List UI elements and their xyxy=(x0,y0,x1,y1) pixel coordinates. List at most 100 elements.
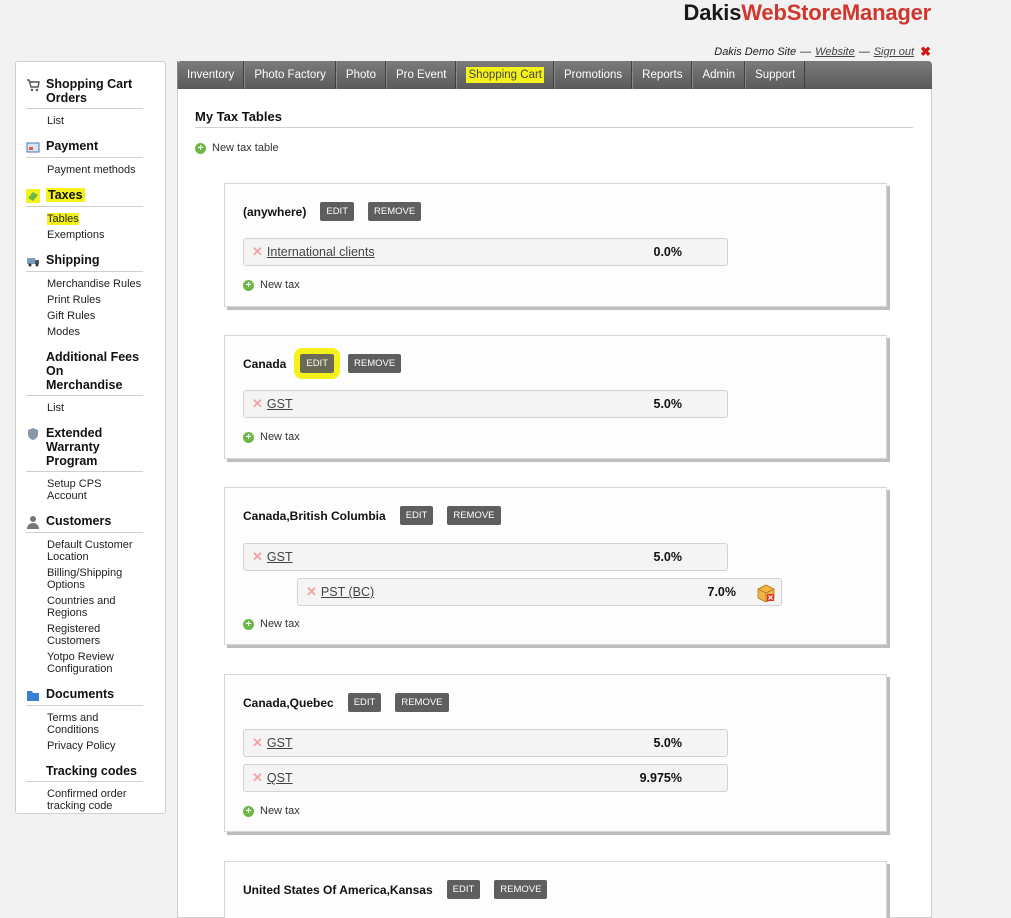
plus-icon: + xyxy=(243,805,254,817)
compound-box-icon[interactable] xyxy=(756,584,776,602)
tax-name-link[interactable]: GST xyxy=(267,397,293,411)
sidebar-heading-label: Shopping Cart Orders xyxy=(46,77,133,105)
sidebar-item-exemptions[interactable]: Exemptions xyxy=(47,227,143,243)
tax-name-link[interactable]: PST (BC) xyxy=(321,585,374,599)
sidebar-heading-label: Shipping xyxy=(46,253,100,267)
tax-name-link[interactable]: GST xyxy=(267,550,293,564)
tab-admin[interactable]: Admin xyxy=(692,61,746,89)
site-name: Dakis Demo Site xyxy=(714,46,797,58)
tax-name-link[interactable]: QST xyxy=(267,771,293,785)
sidebar-item-fees-list[interactable]: List xyxy=(47,400,143,416)
sidebar-section-cart: Shopping Cart Orders List xyxy=(26,77,143,129)
tax-rate: 0.0% xyxy=(653,245,683,259)
tax-row-compound: ✕ PST (BC) 7.0% xyxy=(297,578,782,606)
tab-label: Inventory xyxy=(187,69,235,81)
edit-button[interactable]: EDIT xyxy=(399,506,434,525)
tax-table-card: United States Of America,Kansas EDIT REM… xyxy=(224,861,887,918)
shield-icon xyxy=(28,428,38,440)
sidebar-item-registered-customers[interactable]: Registered Customers xyxy=(47,621,143,649)
sidebar-section-taxes: Taxes Tables Exemptions xyxy=(26,188,143,243)
remove-button[interactable]: REMOVE xyxy=(447,506,501,525)
sidebar-item-orders-list[interactable]: List xyxy=(47,113,143,129)
sidebar-section-shipping: Shipping Merchandise Rules Print Rules G… xyxy=(26,253,143,340)
tab-reports[interactable]: Reports xyxy=(632,61,693,89)
remove-button[interactable]: REMOVE xyxy=(348,354,402,373)
sidebar-heading-fees[interactable]: Additional Fees On Merchandise xyxy=(26,350,143,396)
delete-icon[interactable]: ✕ xyxy=(252,735,263,751)
tax-rate: 9.975% xyxy=(639,771,682,785)
tax-row: ✕ International clients 0.0% xyxy=(243,238,728,266)
sidebar-heading-warranty[interactable]: Extended Warranty Program xyxy=(26,426,143,472)
tax-row: ✕ QST 9.975% xyxy=(243,764,728,792)
payment-icon xyxy=(26,142,40,153)
brand-part2: WebStoreManager xyxy=(741,0,931,25)
sidebar-item-print-rules[interactable]: Print Rules xyxy=(47,292,143,308)
edit-button[interactable]: EDIT xyxy=(294,348,340,379)
sidebar: Shopping Cart Orders List Payment Paymen… xyxy=(15,61,166,814)
plus-icon: + xyxy=(243,279,254,291)
edit-button[interactable]: EDIT xyxy=(347,693,382,712)
sidebar-item-modes[interactable]: Modes xyxy=(47,324,143,340)
sidebar-heading-payment[interactable]: Payment xyxy=(26,139,143,158)
new-tax-link[interactable]: + New tax xyxy=(243,431,300,443)
sidebar-item-privacy[interactable]: Privacy Policy xyxy=(47,738,143,754)
sidebar-heading-label: Documents xyxy=(46,687,115,701)
edit-button[interactable]: EDIT xyxy=(446,880,481,899)
delete-icon[interactable]: ✕ xyxy=(252,396,263,412)
tab-photo-factory[interactable]: Photo Factory xyxy=(244,61,336,89)
tax-table-card: Canada,Quebec EDIT REMOVE ✕ GST 5.0% ✕ Q… xyxy=(224,674,887,832)
sidebar-heading-tracking[interactable]: Tracking codes xyxy=(26,764,143,782)
sidebar-heading-label: Additional Fees On Merchandise xyxy=(46,350,140,392)
remove-button[interactable]: REMOVE xyxy=(395,693,449,712)
sidebar-item-yotpo[interactable]: Yotpo Review Configuration xyxy=(47,649,143,677)
sign-out-link[interactable]: Sign out xyxy=(874,46,914,58)
new-tax-label: New tax xyxy=(260,431,300,443)
tax-name-link[interactable]: GST xyxy=(267,736,293,750)
sidebar-item-billing-shipping[interactable]: Billing/Shipping Options xyxy=(47,565,143,593)
sidebar-heading-shipping[interactable]: Shipping xyxy=(26,253,143,272)
tax-rate: 7.0% xyxy=(707,585,737,599)
tab-pro-event[interactable]: Pro Event xyxy=(385,61,457,89)
sidebar-item-setup-cps[interactable]: Setup CPS Account xyxy=(47,476,143,504)
tax-name-link[interactable]: International clients xyxy=(267,245,375,259)
tab-shopping-cart[interactable]: Shopping Cart xyxy=(456,61,554,89)
sidebar-item-merchandise-rules[interactable]: Merchandise Rules xyxy=(47,276,143,292)
new-tax-table-link[interactable]: + New tax table xyxy=(195,142,279,154)
sidebar-heading-documents[interactable]: Documents xyxy=(26,687,143,706)
new-tax-link[interactable]: + New tax xyxy=(243,805,300,817)
delete-icon[interactable]: ✕ xyxy=(306,584,317,600)
delete-icon[interactable]: ✕ xyxy=(252,244,263,260)
remove-button[interactable]: REMOVE xyxy=(368,202,422,221)
delete-icon[interactable]: ✕ xyxy=(252,770,263,786)
sidebar-item-countries-regions[interactable]: Countries and Regions xyxy=(47,593,143,621)
sidebar-heading-taxes[interactable]: Taxes xyxy=(26,188,143,207)
sidebar-heading-customers[interactable]: Customers xyxy=(26,514,143,533)
tax-rate: 5.0% xyxy=(653,736,683,750)
sidebar-item-tax-tables[interactable]: Tables xyxy=(47,211,143,227)
tab-label: Admin xyxy=(702,69,736,81)
sign-out-icon[interactable]: ✖ xyxy=(920,44,931,60)
plus-icon: + xyxy=(243,618,254,630)
sidebar-item-terms[interactable]: Terms and Conditions xyxy=(47,710,143,738)
tab-promotions[interactable]: Promotions xyxy=(554,61,633,89)
sidebar-item-default-location[interactable]: Default Customer Location xyxy=(47,537,143,565)
website-link[interactable]: Website xyxy=(815,46,855,58)
new-tax-link[interactable]: + New tax xyxy=(243,279,300,291)
plus-icon: + xyxy=(243,431,254,443)
new-tax-link[interactable]: + New tax xyxy=(243,618,300,630)
delete-icon[interactable]: ✕ xyxy=(252,549,263,565)
tab-inventory[interactable]: Inventory xyxy=(177,61,245,89)
new-tax-label: New tax xyxy=(260,618,300,630)
tab-support[interactable]: Support xyxy=(745,61,806,89)
sidebar-heading-label: Tracking codes xyxy=(46,764,138,778)
sidebar-item-payment-methods[interactable]: Payment methods xyxy=(47,162,143,178)
sidebar-section-fees: Additional Fees On Merchandise List xyxy=(26,350,143,416)
sidebar-item-gift-rules[interactable]: Gift Rules xyxy=(47,308,143,324)
edit-button[interactable]: EDIT xyxy=(320,202,354,221)
tax-table-card: (anywhere) EDIT REMOVE ✕ International c… xyxy=(224,183,887,307)
remove-button[interactable]: REMOVE xyxy=(494,880,548,899)
sidebar-heading-cart[interactable]: Shopping Cart Orders xyxy=(26,77,143,109)
tab-photo[interactable]: Photo xyxy=(335,61,386,89)
tax-rate: 5.0% xyxy=(653,550,683,564)
sidebar-item-tracking-code[interactable]: Confirmed order tracking code xyxy=(47,786,143,814)
